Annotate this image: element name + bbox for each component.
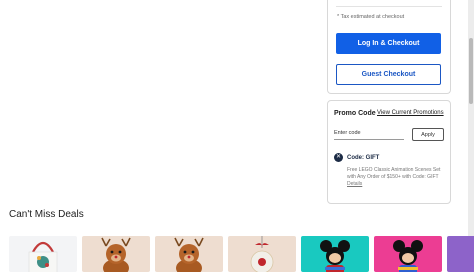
- deals-heading: Can't Miss Deals: [9, 209, 84, 220]
- promo-title: Promo Code: [334, 110, 376, 117]
- deal-tile-mickey-plush-pink[interactable]: [374, 236, 442, 272]
- view-promotions-link[interactable]: View Current Promotions: [377, 110, 444, 116]
- promo-code-input[interactable]: Enter code: [334, 128, 404, 140]
- deal-tile-ornament[interactable]: [228, 236, 296, 272]
- page-scrollbar-thumb[interactable]: [469, 38, 473, 104]
- deals-carousel: [9, 236, 474, 272]
- deal-tile-partial[interactable]: [447, 236, 474, 272]
- applied-code-description: Free LEGO Classic Animation Scenes Set w…: [347, 167, 441, 180]
- login-checkout-button[interactable]: Log In & Checkout: [336, 33, 441, 54]
- apply-button[interactable]: Apply: [412, 128, 444, 141]
- checkout-summary-panel: * Tax estimated at checkout Log In & Che…: [327, 0, 451, 94]
- applied-code-label: Code: GIFT: [347, 154, 380, 161]
- mickey-plush-teal-image: [301, 236, 369, 272]
- reindeer-plush-image: [155, 236, 223, 272]
- deal-tile-mickey-plush-teal[interactable]: [301, 236, 369, 272]
- deal-tile-reindeer-plush[interactable]: [82, 236, 150, 272]
- ornament-image: [228, 236, 296, 272]
- tote-bag-image: [9, 236, 77, 272]
- deal-tile-tote-bag[interactable]: [9, 236, 77, 272]
- reindeer-plush-image: [82, 236, 150, 272]
- page-scrollbar-track[interactable]: [468, 0, 474, 272]
- deal-tile-reindeer-plush[interactable]: [155, 236, 223, 272]
- applied-code-row: ✕ Code: GIFT: [334, 153, 379, 162]
- guest-checkout-button[interactable]: Guest Checkout: [336, 64, 441, 85]
- tax-note: * Tax estimated at checkout: [337, 14, 405, 20]
- remove-code-icon[interactable]: ✕: [334, 153, 343, 162]
- panel-divider: [336, 6, 442, 7]
- promo-code-panel: Promo Code View Current Promotions Enter…: [327, 100, 451, 204]
- partial-tile-image: [447, 236, 474, 272]
- mickey-plush-pink-image: [374, 236, 442, 272]
- details-link[interactable]: Details: [347, 181, 362, 187]
